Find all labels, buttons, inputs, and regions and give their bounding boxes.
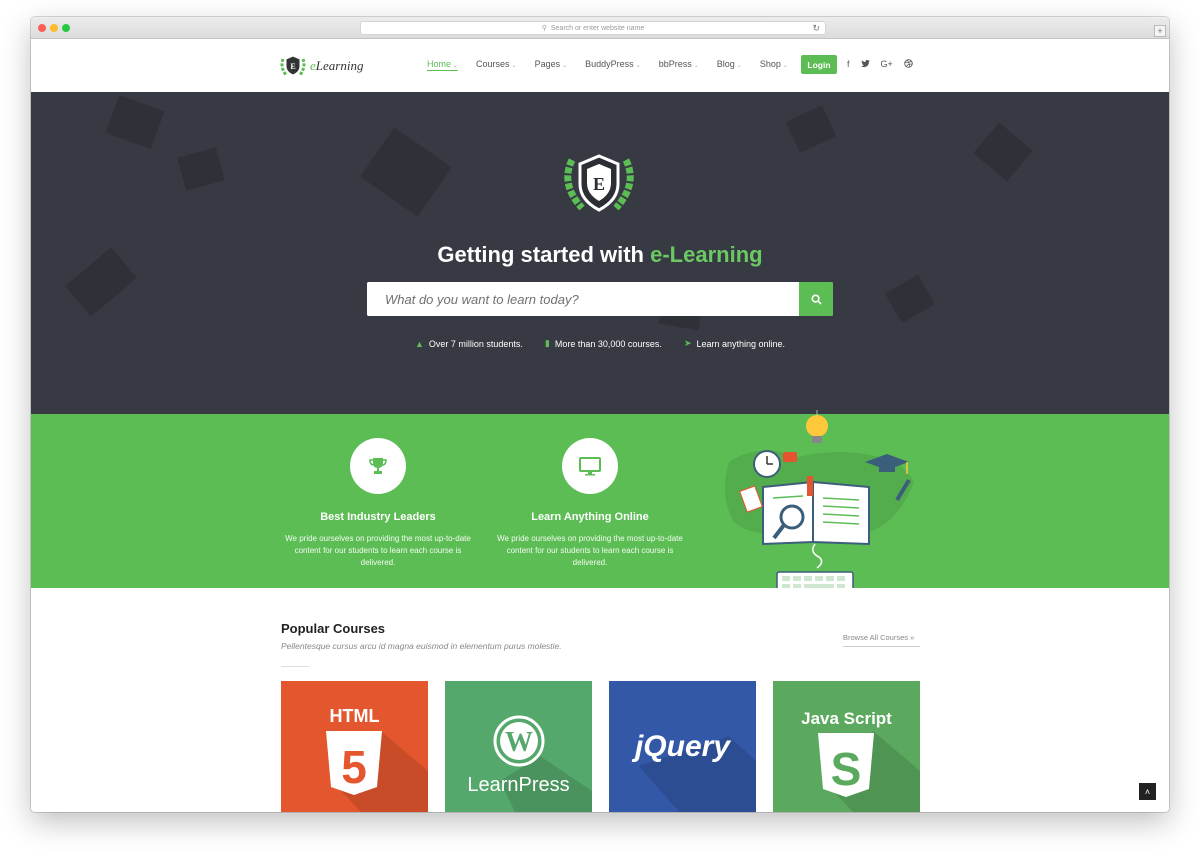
feature-icon-circle [350,438,406,494]
double-chevron-right-icon: » [910,633,915,642]
monitor-icon [579,457,601,476]
background-cap-shape [177,147,225,191]
javascript-shield-icon: S [818,733,874,797]
menu-item-bbpress[interactable]: bbPress ⌄ [659,59,699,71]
hero-stats: ▲ Over 7 million students. ▮ More than 30,… [31,338,1169,349]
hero-section: E Getting started with e-Learning ▲Over … [31,92,1169,414]
facebook-icon[interactable]: f [847,59,850,70]
course-label: HTML [329,706,380,726]
menu-item-buddypress[interactable]: BuddyPress ⌄ [585,59,641,71]
reload-icon[interactable]: ↻ [812,23,820,34]
course-search [367,282,833,316]
feature-description: We pride ourselves on providing the most… [497,534,683,567]
background-cap-shape [885,274,935,324]
site-header: E eLearning Home ⌄ Courses ⌄ Pages ⌄ BuddyP… [31,40,1169,92]
maximize-window-button[interactable] [62,24,70,32]
browser-window: ⚲ Search or enter website name ↻ + E eLe… [31,17,1169,812]
trophy-icon [369,458,387,474]
book-icon: ▮ [544,338,550,348]
chevron-down-icon: ⌄ [453,63,459,69]
close-window-button[interactable] [38,24,46,32]
logo-text: eLearning [310,58,364,73]
chevron-up-icon: ˄ [1144,786,1151,797]
background-cap-shape [785,105,837,153]
feature-icon-circle [562,438,618,494]
section-subtitle: Pellentesque cursus arcu id magna euismo… [281,641,562,651]
stat-learn: ➤ Learn anything online. [683,338,786,349]
wordpress-icon: W [493,715,545,767]
background-cap-shape [360,127,452,217]
chevron-down-icon: ⌄ [782,63,788,69]
social-links: f G+ [847,59,913,70]
search-icon [810,293,822,305]
chevron-down-icon: ⌄ [635,63,641,69]
stat-courses: ▮ More than 30,000 courses. [544,338,662,349]
browser-chrome: ⚲ Search or enter website name ↻ + [31,17,1169,39]
features-section: Best Industry Leaders We pride ourselves… [31,410,1169,597]
stat-students: ▲ Over 7 million students. [414,338,523,349]
minimize-window-button[interactable] [50,24,58,32]
search-icon: ⚲ [541,25,547,32]
menu-item-blog[interactable]: Blog ⌄ [717,59,742,71]
svg-text:E: E [593,174,605,194]
address-bar[interactable]: ⚲ Search or enter website name ↻ [360,21,826,35]
background-cap-shape [973,122,1033,182]
menu-item-shop[interactable]: Shop ⌄ [760,59,788,71]
course-card-jquery[interactable]: jQuery [609,681,756,812]
course-label: jQuery [634,730,731,763]
feature-learn-online: Learn Anything Online We pride ourselves… [491,438,689,569]
logo-emblem-icon: E [280,55,306,76]
chevron-down-icon: ⌄ [562,63,568,69]
menu-item-courses[interactable]: Courses ⌄ [476,59,517,71]
login-button[interactable]: Login [801,55,837,74]
course-label: LearnPress [467,774,570,796]
dribbble-icon[interactable] [904,59,913,70]
learning-illustration [725,410,914,597]
google-plus-icon[interactable]: G+ [881,59,893,70]
course-card-html[interactable]: HTML 5 [281,681,428,812]
back-to-top-button[interactable]: ˄ [1139,783,1156,800]
menu-item-pages[interactable]: Pages ⌄ [535,59,568,71]
site-logo[interactable]: E eLearning [279,53,363,79]
chevron-down-icon: ⌄ [693,63,699,69]
address-placeholder: Search or enter website name [550,24,645,32]
main-menu: Home ⌄ Courses ⌄ Pages ⌄ BuddyPress ⌄ bbPres… [427,59,806,71]
popular-courses-section: Popular Courses Pellentesque cursus arcu… [31,588,1169,812]
search-button[interactable] [799,282,833,316]
svg-text:W: W [505,727,533,758]
paper-plane-icon: ➤ [683,338,692,348]
divider [281,666,309,667]
chevron-down-icon: ⌄ [511,63,517,69]
background-cap-shape [105,94,165,150]
course-label: Java Script [801,709,892,728]
menu-item-home[interactable]: Home ⌄ [427,59,459,71]
svg-text:5: 5 [341,741,367,793]
feature-description: We pride ourselves on providing the most… [285,534,471,567]
feature-industry-leaders: Best Industry Leaders We pride ourselves… [279,438,477,569]
svg-text:S: S [831,743,862,795]
course-search-input[interactable] [367,282,798,316]
section-title: Popular Courses [281,621,386,636]
hero-title: Getting started with e-Learning [437,242,763,267]
course-card-javascript[interactable]: Java Script S [773,681,920,812]
feature-title: Best Industry Leaders [320,511,436,523]
chevron-down-icon: ⌄ [736,63,742,69]
course-card-learnpress[interactable]: W LearnPress [445,681,592,812]
twitter-icon[interactable] [860,59,870,70]
feature-title: Learn Anything Online [531,511,649,523]
browse-all-courses-link[interactable]: Browse All Courses » [843,633,920,647]
graduation-cap-icon: ▲ [414,338,424,349]
new-tab-button[interactable]: + [1154,25,1166,37]
svg-text:E: E [290,62,295,71]
hero-emblem-icon: E [564,154,634,212]
html5-shield-icon: 5 [326,731,382,795]
